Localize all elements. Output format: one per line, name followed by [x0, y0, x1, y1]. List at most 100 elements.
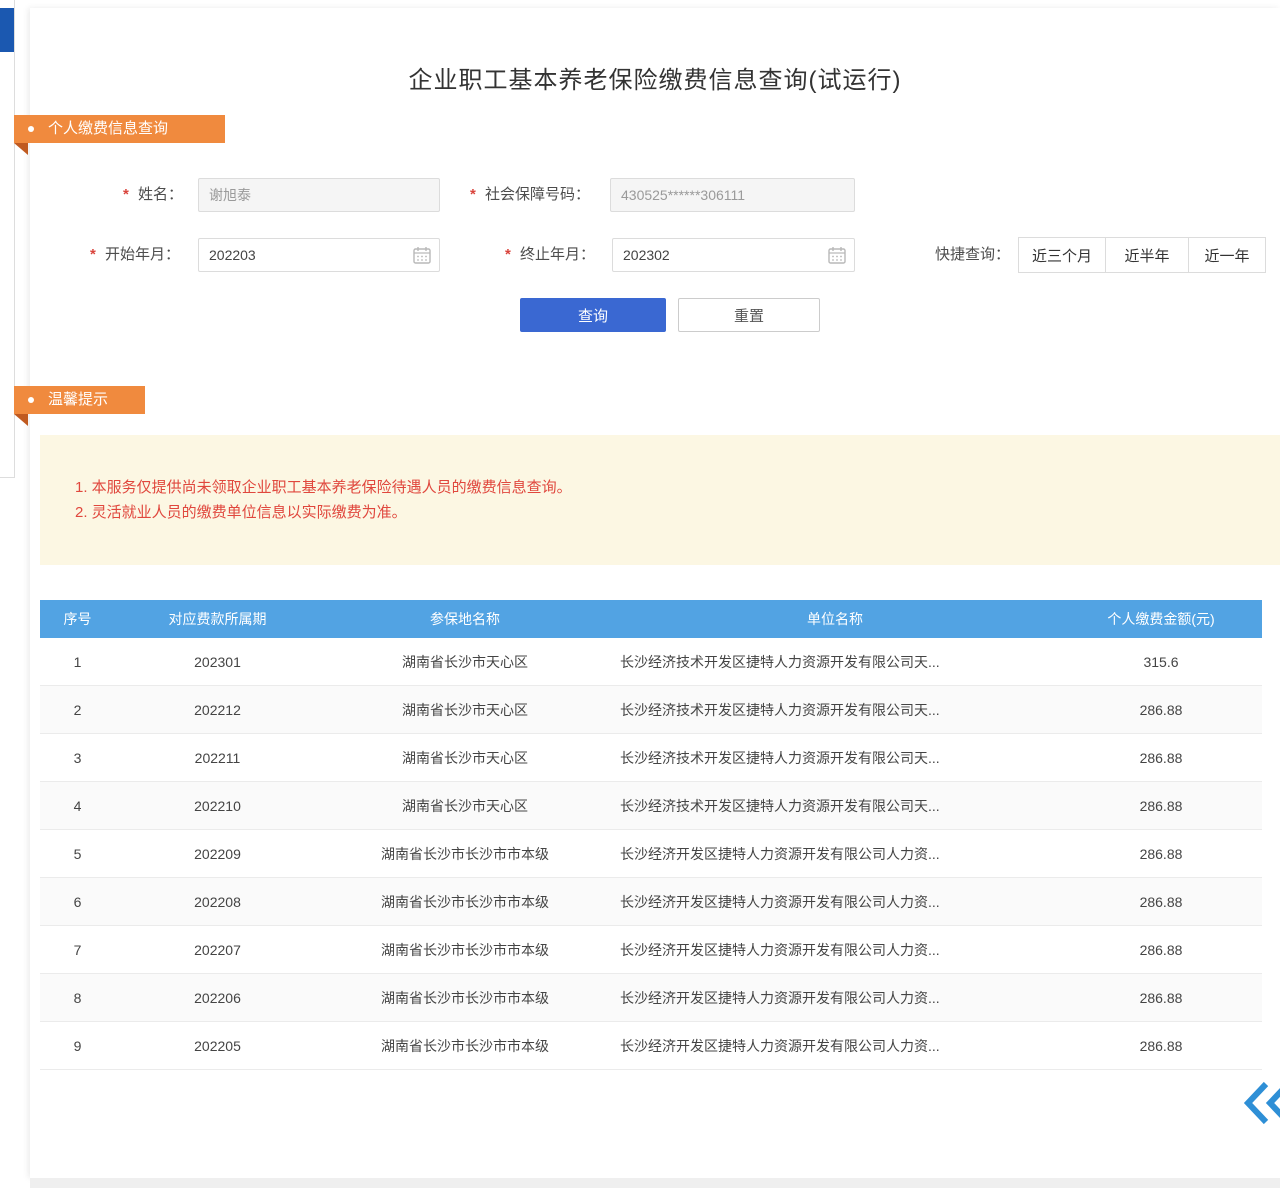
table-row: 7202207湖南省长沙市长沙市市本级长沙经济开发区捷特人力资源开发有限公司人力… — [40, 926, 1262, 974]
table-cell: 8 — [40, 990, 115, 1006]
ribbon-fold — [14, 143, 28, 155]
main-card: 企业职工基本养老保险缴费信息查询(试运行) * 姓名： * 社会保障号码： * … — [30, 8, 1280, 1178]
tips-section-badge: 温馨提示 — [14, 386, 145, 414]
table-cell: 202209 — [115, 846, 320, 862]
table-row: 8202206湖南省长沙市长沙市市本级长沙经济开发区捷特人力资源开发有限公司人力… — [40, 974, 1262, 1022]
table-cell: 湖南省长沙市长沙市市本级 — [320, 988, 610, 1008]
table-cell: 286.88 — [1060, 1038, 1262, 1054]
payment-table-body: 1202301湖南省长沙市天心区长沙经济技术开发区捷特人力资源开发有限公司天..… — [40, 638, 1262, 1070]
table-cell: 202212 — [115, 702, 320, 718]
collapsed-sidebar-panel — [0, 0, 15, 478]
table-cell: 286.88 — [1060, 942, 1262, 958]
table-cell: 湖南省长沙市天心区 — [320, 700, 610, 720]
table-cell: 长沙经济开发区捷特人力资源开发有限公司人力资... — [610, 844, 1060, 864]
quick-query-year-button[interactable]: 近一年 — [1188, 237, 1266, 273]
table-cell: 9 — [40, 1038, 115, 1054]
table-cell: 湖南省长沙市天心区 — [320, 652, 610, 672]
pension-query-page: 企业职工基本养老保险缴费信息查询(试运行) * 姓名： * 社会保障号码： * … — [0, 0, 1280, 1188]
table-cell: 202206 — [115, 990, 320, 1006]
page-title: 企业职工基本养老保险缴费信息查询(试运行) — [30, 60, 1280, 95]
tips-section-badge-label: 温馨提示 — [48, 386, 108, 414]
ribbon-fold — [14, 414, 28, 426]
payment-table: 序号对应费款所属期参保地名称单位名称个人缴费金额(元) 1202301湖南省长沙… — [40, 600, 1262, 1070]
table-cell: 286.88 — [1060, 846, 1262, 862]
tips-notice-box: 1. 本服务仅提供尚未领取企业职工基本养老保险待遇人员的缴费信息查询。 2. 灵… — [40, 435, 1280, 565]
payment-table-header: 序号对应费款所属期参保地名称单位名称个人缴费金额(元) — [40, 600, 1262, 638]
start-month-label: 开始年月： — [105, 238, 180, 272]
table-row: 9202205湖南省长沙市长沙市市本级长沙经济开发区捷特人力资源开发有限公司人力… — [40, 1022, 1262, 1070]
calendar-icon[interactable] — [827, 245, 847, 265]
table-cell: 315.6 — [1060, 654, 1262, 670]
table-cell: 长沙经济技术开发区捷特人力资源开发有限公司天... — [610, 748, 1060, 768]
table-cell: 湖南省长沙市长沙市市本级 — [320, 940, 610, 960]
required-mark: * — [90, 246, 96, 263]
table-row: 5202209湖南省长沙市长沙市市本级长沙经济开发区捷特人力资源开发有限公司人力… — [40, 830, 1262, 878]
table-cell: 286.88 — [1060, 894, 1262, 910]
bullet-dot-icon — [28, 126, 34, 132]
calendar-icon[interactable] — [412, 245, 432, 265]
table-row: 2202212湖南省长沙市天心区长沙经济技术开发区捷特人力资源开发有限公司天..… — [40, 686, 1262, 734]
table-cell: 4 — [40, 798, 115, 814]
table-cell: 5 — [40, 846, 115, 862]
table-cell: 286.88 — [1060, 798, 1262, 814]
table-cell: 长沙经济开发区捷特人力资源开发有限公司人力资... — [610, 940, 1060, 960]
table-cell: 长沙经济开发区捷特人力资源开发有限公司人力资... — [610, 1036, 1060, 1056]
sidebar-tab[interactable] — [0, 8, 14, 52]
table-cell: 湖南省长沙市长沙市市本级 — [320, 844, 610, 864]
quick-query-label: 快捷查询： — [935, 238, 1010, 272]
table-cell: 1 — [40, 654, 115, 670]
double-left-chevron-icon[interactable] — [1244, 1080, 1280, 1126]
reset-button[interactable]: 重置 — [678, 298, 820, 332]
table-cell: 6 — [40, 894, 115, 910]
table-header-cell: 序号 — [40, 609, 115, 629]
bullet-dot-icon — [28, 397, 34, 403]
end-month-field[interactable] — [612, 238, 855, 272]
name-label: 姓名： — [138, 178, 183, 212]
table-row: 3202211湖南省长沙市天心区长沙经济技术开发区捷特人力资源开发有限公司天..… — [40, 734, 1262, 782]
table-header-cell: 参保地名称 — [320, 609, 610, 629]
table-cell: 长沙经济技术开发区捷特人力资源开发有限公司天... — [610, 796, 1060, 816]
table-cell: 202208 — [115, 894, 320, 910]
start-month-field[interactable] — [198, 238, 440, 272]
table-cell: 202211 — [115, 750, 320, 766]
table-header-cell: 单位名称 — [610, 609, 1060, 629]
table-cell: 202210 — [115, 798, 320, 814]
table-cell: 长沙经济开发区捷特人力资源开发有限公司人力资... — [610, 988, 1060, 1008]
table-row: 4202210湖南省长沙市天心区长沙经济技术开发区捷特人力资源开发有限公司天..… — [40, 782, 1262, 830]
query-section-badge-label: 个人缴费信息查询 — [48, 115, 168, 143]
name-field — [198, 178, 440, 212]
table-cell: 湖南省长沙市天心区 — [320, 796, 610, 816]
page-bottom-strip — [30, 1178, 1280, 1188]
quick-query-3months-button[interactable]: 近三个月 — [1018, 237, 1106, 273]
table-cell: 7 — [40, 942, 115, 958]
table-row: 1202301湖南省长沙市天心区长沙经济技术开发区捷特人力资源开发有限公司天..… — [40, 638, 1262, 686]
required-mark: * — [470, 186, 476, 203]
table-row: 6202208湖南省长沙市长沙市市本级长沙经济开发区捷特人力资源开发有限公司人力… — [40, 878, 1262, 926]
table-header-cell: 个人缴费金额(元) — [1060, 609, 1262, 629]
tip-line: 2. 灵活就业人员的缴费单位信息以实际缴费为准。 — [75, 500, 1280, 525]
quick-query-halfyear-button[interactable]: 近半年 — [1105, 237, 1189, 273]
table-cell: 长沙经济开发区捷特人力资源开发有限公司人力资... — [610, 892, 1060, 912]
table-cell: 长沙经济技术开发区捷特人力资源开发有限公司天... — [610, 700, 1060, 720]
table-cell: 202301 — [115, 654, 320, 670]
table-cell: 湖南省长沙市长沙市市本级 — [320, 1036, 610, 1056]
query-button[interactable]: 查询 — [520, 298, 666, 332]
query-section-badge: 个人缴费信息查询 — [14, 115, 225, 143]
ssn-field — [610, 178, 855, 212]
table-cell: 286.88 — [1060, 702, 1262, 718]
table-cell: 202205 — [115, 1038, 320, 1054]
table-cell: 长沙经济技术开发区捷特人力资源开发有限公司天... — [610, 652, 1060, 672]
end-month-label: 终止年月： — [520, 238, 595, 272]
table-cell: 286.88 — [1060, 990, 1262, 1006]
table-cell: 202207 — [115, 942, 320, 958]
tip-line: 1. 本服务仅提供尚未领取企业职工基本养老保险待遇人员的缴费信息查询。 — [75, 475, 1280, 500]
table-cell: 2 — [40, 702, 115, 718]
required-mark: * — [505, 246, 511, 263]
quick-query-group: 近三个月 近半年 近一年 — [1018, 237, 1266, 273]
table-header-cell: 对应费款所属期 — [115, 609, 320, 629]
required-mark: * — [123, 186, 129, 203]
ssn-label: 社会保障号码： — [485, 178, 590, 212]
table-cell: 湖南省长沙市天心区 — [320, 748, 610, 768]
table-cell: 286.88 — [1060, 750, 1262, 766]
table-cell: 湖南省长沙市长沙市市本级 — [320, 892, 610, 912]
